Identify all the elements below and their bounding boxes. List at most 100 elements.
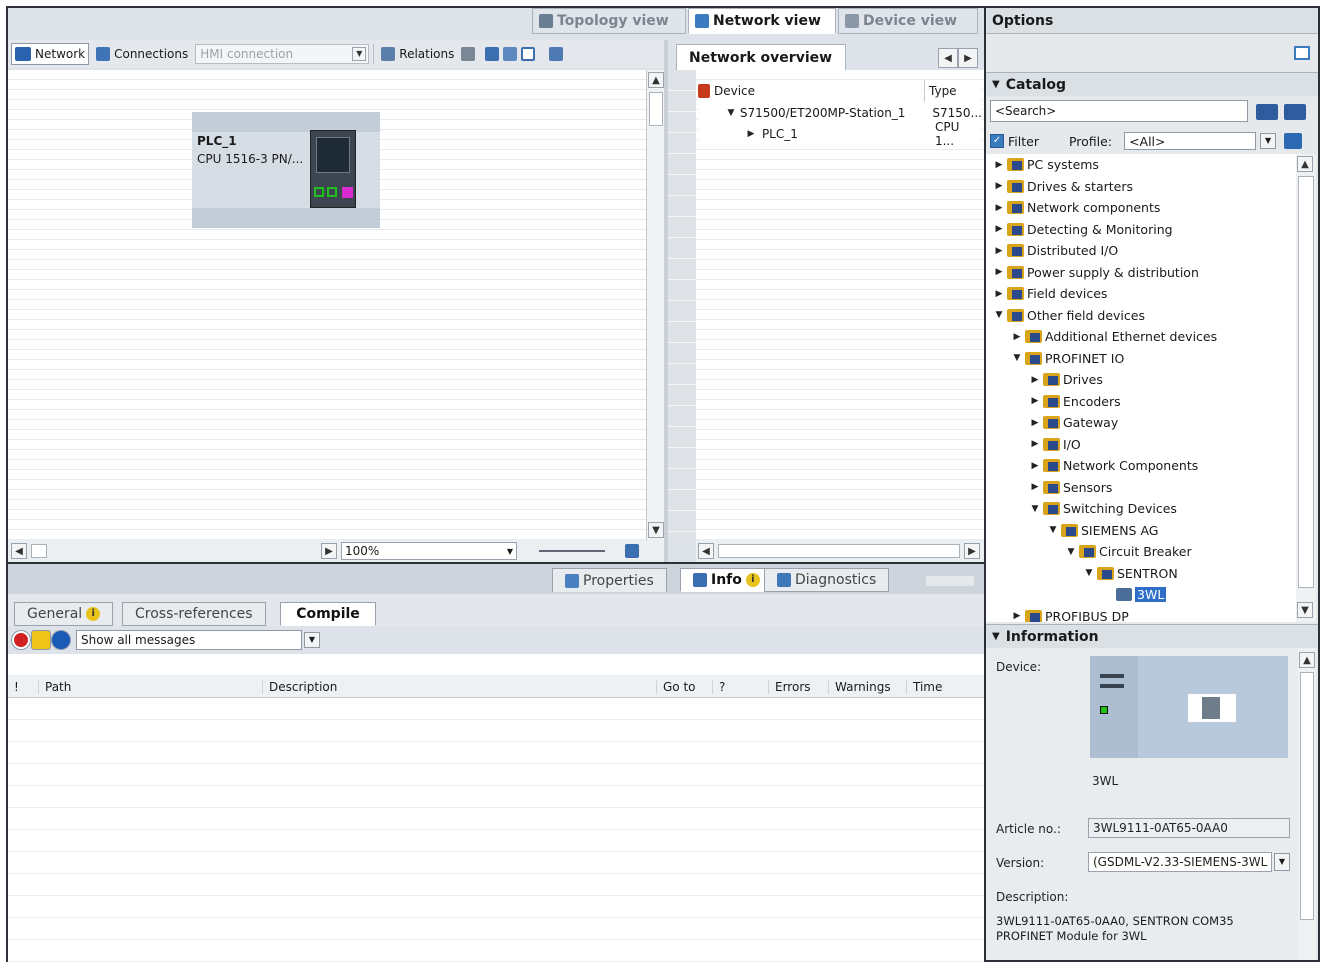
- overview-toggle-icon[interactable]: [521, 47, 536, 61]
- tree-item-sentron[interactable]: ▼ SENTRON: [1084, 563, 1178, 585]
- tree-item-circuit-breaker[interactable]: ▼ Circuit Breaker: [1066, 541, 1192, 563]
- tab-diagnostics[interactable]: Diagnostics: [764, 568, 890, 592]
- filter-checkbox[interactable]: ✓: [990, 134, 1004, 148]
- collapse-triangle-icon[interactable]: ▼: [1084, 568, 1094, 578]
- layout-icon[interactable]: [549, 47, 564, 61]
- scroll-up-icon[interactable]: ▲: [1299, 652, 1315, 668]
- scroll-thumb[interactable]: [1300, 672, 1314, 920]
- col-help[interactable]: ?: [712, 679, 768, 694]
- expand-triangle-icon[interactable]: ▶: [1012, 332, 1022, 342]
- tab-info[interactable]: Info i: [680, 568, 773, 592]
- tree-item-profibus-dp[interactable]: ▶ PROFIBUS DP: [1012, 606, 1129, 622]
- collapse-triangle-icon[interactable]: ▼: [1030, 504, 1040, 514]
- collapse-triangle-icon[interactable]: ▼: [1048, 525, 1058, 535]
- zoom-slider[interactable]: [539, 550, 605, 552]
- chevron-down-icon[interactable]: ▼: [1274, 853, 1290, 871]
- network-button[interactable]: Network: [11, 43, 90, 65]
- collapse-triangle-icon[interactable]: ▼: [726, 108, 736, 118]
- plc-device-card[interactable]: PLC_1 CPU 1516-3 PN/...: [192, 112, 380, 228]
- tree-item-pc-systems[interactable]: ▶ PC systems: [994, 154, 1099, 176]
- tree-item-power-supply[interactable]: ▶ Power supply & distribution: [994, 262, 1199, 284]
- expand-triangle-icon[interactable]: ▶: [1030, 418, 1040, 428]
- network-canvas[interactable]: PLC_1 CPU 1516-3 PN/...: [8, 70, 646, 540]
- canvas-vscrollbar[interactable]: ▲ ▼: [646, 70, 664, 540]
- info-vscrollbar[interactable]: ▲: [1298, 648, 1316, 960]
- tree-item-other-field-devices[interactable]: ▼ Other field devices: [994, 305, 1145, 327]
- scroll-up-icon[interactable]: ▲: [648, 72, 664, 88]
- tab-cross-references[interactable]: Cross-references: [122, 602, 266, 626]
- collapse-triangle-icon[interactable]: ▼: [1066, 547, 1076, 557]
- information-section-header[interactable]: ▼ Information: [986, 624, 1318, 648]
- tab-device-view[interactable]: Device view: [838, 8, 978, 34]
- profile-settings-icon[interactable]: [1284, 133, 1303, 149]
- search-up-icon[interactable]: [1284, 104, 1306, 120]
- expand-triangle-icon[interactable]: ▶: [994, 289, 1004, 299]
- table-row[interactable]: ▶ PLC_1 CPU 1...: [698, 120, 982, 148]
- tab-network-overview[interactable]: Network overview: [676, 44, 846, 70]
- scroll-right-icon[interactable]: ▶: [964, 543, 980, 559]
- expand-triangle-icon[interactable]: ▶: [994, 267, 1004, 277]
- warning-filter-icon[interactable]: [32, 631, 50, 649]
- expand-triangle-icon[interactable]: ▶: [1030, 439, 1040, 449]
- tree-item-drives[interactable]: ▶ Drives: [1030, 369, 1103, 391]
- chevron-down-icon[interactable]: ▼: [304, 632, 320, 648]
- overview-header-type[interactable]: Type: [924, 80, 982, 102]
- expand-triangle-icon[interactable]: ▶: [994, 224, 1004, 234]
- collapse-triangle-icon[interactable]: ▼: [1012, 353, 1022, 363]
- chevron-down-icon[interactable]: ▼: [1260, 133, 1277, 149]
- tree-item-sensors[interactable]: ▶ Sensors: [1030, 477, 1113, 499]
- col-warnings[interactable]: Warnings: [828, 679, 906, 694]
- col-time[interactable]: Time: [906, 679, 966, 694]
- tree-item-field-devices[interactable]: ▶ Field devices: [994, 283, 1108, 305]
- expand-triangle-icon[interactable]: ▶: [1012, 611, 1022, 621]
- col-status[interactable]: !: [8, 680, 38, 694]
- col-goto[interactable]: Go to: [656, 679, 712, 694]
- col-description[interactable]: Description: [262, 679, 656, 694]
- tree-item-detecting-monitoring[interactable]: ▶ Detecting & Monitoring: [994, 219, 1173, 241]
- tree-item-profinet-io[interactable]: ▼ PROFINET IO: [1012, 348, 1125, 370]
- expand-triangle-icon[interactable]: ▶: [994, 203, 1004, 213]
- profile-select[interactable]: <All>: [1124, 132, 1257, 150]
- tree-item-3wl[interactable]: 3WL: [1116, 584, 1167, 606]
- expand-triangle-icon[interactable]: ▶: [994, 160, 1004, 170]
- tree-item-network-components-2[interactable]: ▶ Network Components: [1030, 455, 1199, 477]
- tree-item-io[interactable]: ▶ I/O: [1030, 434, 1081, 456]
- collapse-triangle-icon[interactable]: ▼: [994, 310, 1004, 320]
- tab-network-view[interactable]: Network view: [688, 8, 836, 34]
- connection-type-select[interactable]: HMI connection ▼: [195, 44, 370, 64]
- tree-item-encoders[interactable]: ▶ Encoders: [1030, 391, 1121, 413]
- col-path[interactable]: Path: [38, 679, 262, 694]
- grid-icon[interactable]: [503, 47, 518, 61]
- tree-item-drives-starters[interactable]: ▶ Drives & starters: [994, 176, 1133, 198]
- col-errors[interactable]: Errors: [768, 679, 828, 694]
- overview-hscrollbar[interactable]: ◀ ▶: [696, 540, 984, 562]
- hscroll-thumb[interactable]: [31, 544, 47, 558]
- scroll-left-icon[interactable]: ◀: [698, 543, 714, 559]
- relations-button[interactable]: Relations: [378, 43, 457, 65]
- panel-controls-icon[interactable]: [926, 576, 974, 586]
- scroll-thumb[interactable]: [649, 92, 663, 126]
- expand-triangle-icon[interactable]: ▶: [994, 181, 1004, 191]
- expand-triangle-icon[interactable]: ▶: [746, 129, 756, 139]
- expand-triangle-icon[interactable]: ▶: [1030, 482, 1040, 492]
- tree-item-additional-ethernet[interactable]: ▶ Additional Ethernet devices: [1012, 326, 1218, 348]
- tab-compile[interactable]: Compile: [280, 602, 376, 626]
- tab-scroll-left-icon[interactable]: ◀: [938, 48, 958, 68]
- expand-triangle-icon[interactable]: ▶: [1030, 396, 1040, 406]
- tab-properties[interactable]: Properties: [552, 568, 667, 592]
- tree-item-switching-devices[interactable]: ▼ Switching Devices: [1030, 498, 1177, 520]
- scroll-left-icon[interactable]: ◀: [11, 543, 27, 559]
- scroll-up-icon[interactable]: ▲: [1297, 156, 1313, 172]
- tree-item-gateway[interactable]: ▶ Gateway: [1030, 412, 1119, 434]
- expand-triangle-icon[interactable]: ▶: [1030, 375, 1040, 385]
- tab-scroll-right-icon[interactable]: ▶: [958, 48, 978, 68]
- expand-triangle-icon[interactable]: ▶: [1030, 461, 1040, 471]
- overview-header-device[interactable]: Device: [698, 80, 922, 102]
- tab-topology-view[interactable]: Topology view: [532, 8, 686, 34]
- pane-layout-icon[interactable]: [1294, 46, 1310, 60]
- message-filter-select[interactable]: Show all messages: [76, 630, 302, 650]
- catalog-section-header[interactable]: ▼ Catalog: [986, 72, 1318, 96]
- hscroll-thumb[interactable]: [718, 544, 960, 558]
- version-select[interactable]: (GSDML-V2.33-SIEMENS-3WL: [1088, 852, 1272, 872]
- catalog-search-input[interactable]: <Search>: [990, 100, 1248, 122]
